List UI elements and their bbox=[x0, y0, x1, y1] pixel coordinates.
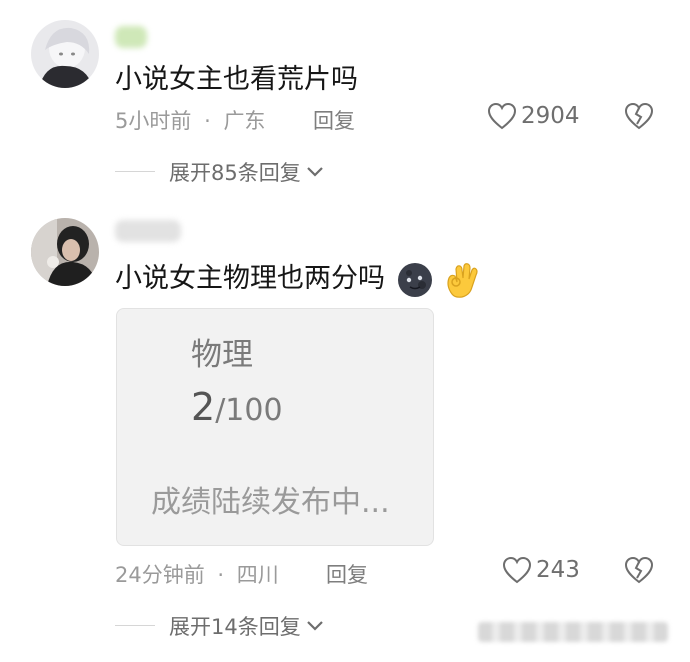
chevron-down-icon bbox=[306, 167, 323, 177]
card-score-rest: /100 bbox=[215, 393, 283, 428]
moon-face-icon bbox=[397, 262, 432, 297]
comment-meta: 5小时前 · 广东 bbox=[115, 105, 265, 135]
meta-separator: · bbox=[217, 563, 225, 587]
comment-time: 24分钟前 bbox=[115, 563, 205, 587]
expand-replies-label: 展开14条回复 bbox=[169, 615, 301, 639]
like-button[interactable]: 2904 bbox=[487, 102, 580, 130]
comment-time: 5小时前 bbox=[115, 109, 192, 133]
card-status: 成绩陆续发布中... bbox=[151, 485, 390, 520]
heart-icon bbox=[487, 102, 517, 130]
like-button[interactable]: 243 bbox=[502, 556, 580, 584]
heart-icon bbox=[502, 556, 532, 584]
watermark bbox=[478, 622, 668, 642]
comment-location: 广东 bbox=[223, 109, 266, 133]
card-score-main: 2 bbox=[191, 385, 216, 429]
comment-location: 四川 bbox=[236, 563, 279, 587]
divider bbox=[115, 171, 155, 172]
broken-heart-icon bbox=[624, 102, 654, 130]
divider bbox=[115, 625, 155, 626]
comment-text-content: 小说女主物理也两分吗 bbox=[115, 263, 385, 294]
comment-text: 小说女主物理也两分吗 bbox=[115, 256, 482, 300]
chevron-down-icon bbox=[306, 621, 323, 631]
avatar[interactable] bbox=[31, 218, 99, 286]
reply-button[interactable]: 回复 bbox=[326, 559, 368, 589]
comment-text: 小说女主也看荒片吗 bbox=[115, 64, 358, 95]
image-attachment[interactable]: 物理 2/100 成绩陆续发布中... bbox=[116, 308, 434, 546]
expand-replies-button[interactable]: 展开85条回复 bbox=[169, 157, 325, 187]
username[interactable] bbox=[115, 220, 181, 242]
ok-hand-icon bbox=[447, 262, 478, 298]
username[interactable] bbox=[115, 26, 147, 48]
like-count: 243 bbox=[536, 557, 580, 583]
expand-replies-label: 展开85条回复 bbox=[169, 161, 301, 185]
card-subject: 物理 bbox=[191, 337, 253, 373]
dislike-button[interactable] bbox=[624, 102, 654, 134]
card-score: 2/100 bbox=[191, 385, 283, 429]
avatar[interactable] bbox=[31, 20, 99, 88]
meta-separator: · bbox=[204, 109, 211, 133]
broken-heart-icon bbox=[624, 556, 654, 584]
like-count: 2904 bbox=[521, 103, 580, 129]
dislike-button[interactable] bbox=[624, 556, 654, 588]
reply-button[interactable]: 回复 bbox=[313, 105, 355, 135]
expand-replies-button[interactable]: 展开14条回复 bbox=[169, 611, 325, 641]
comment-meta: 24分钟前 · 四川 bbox=[115, 559, 279, 589]
